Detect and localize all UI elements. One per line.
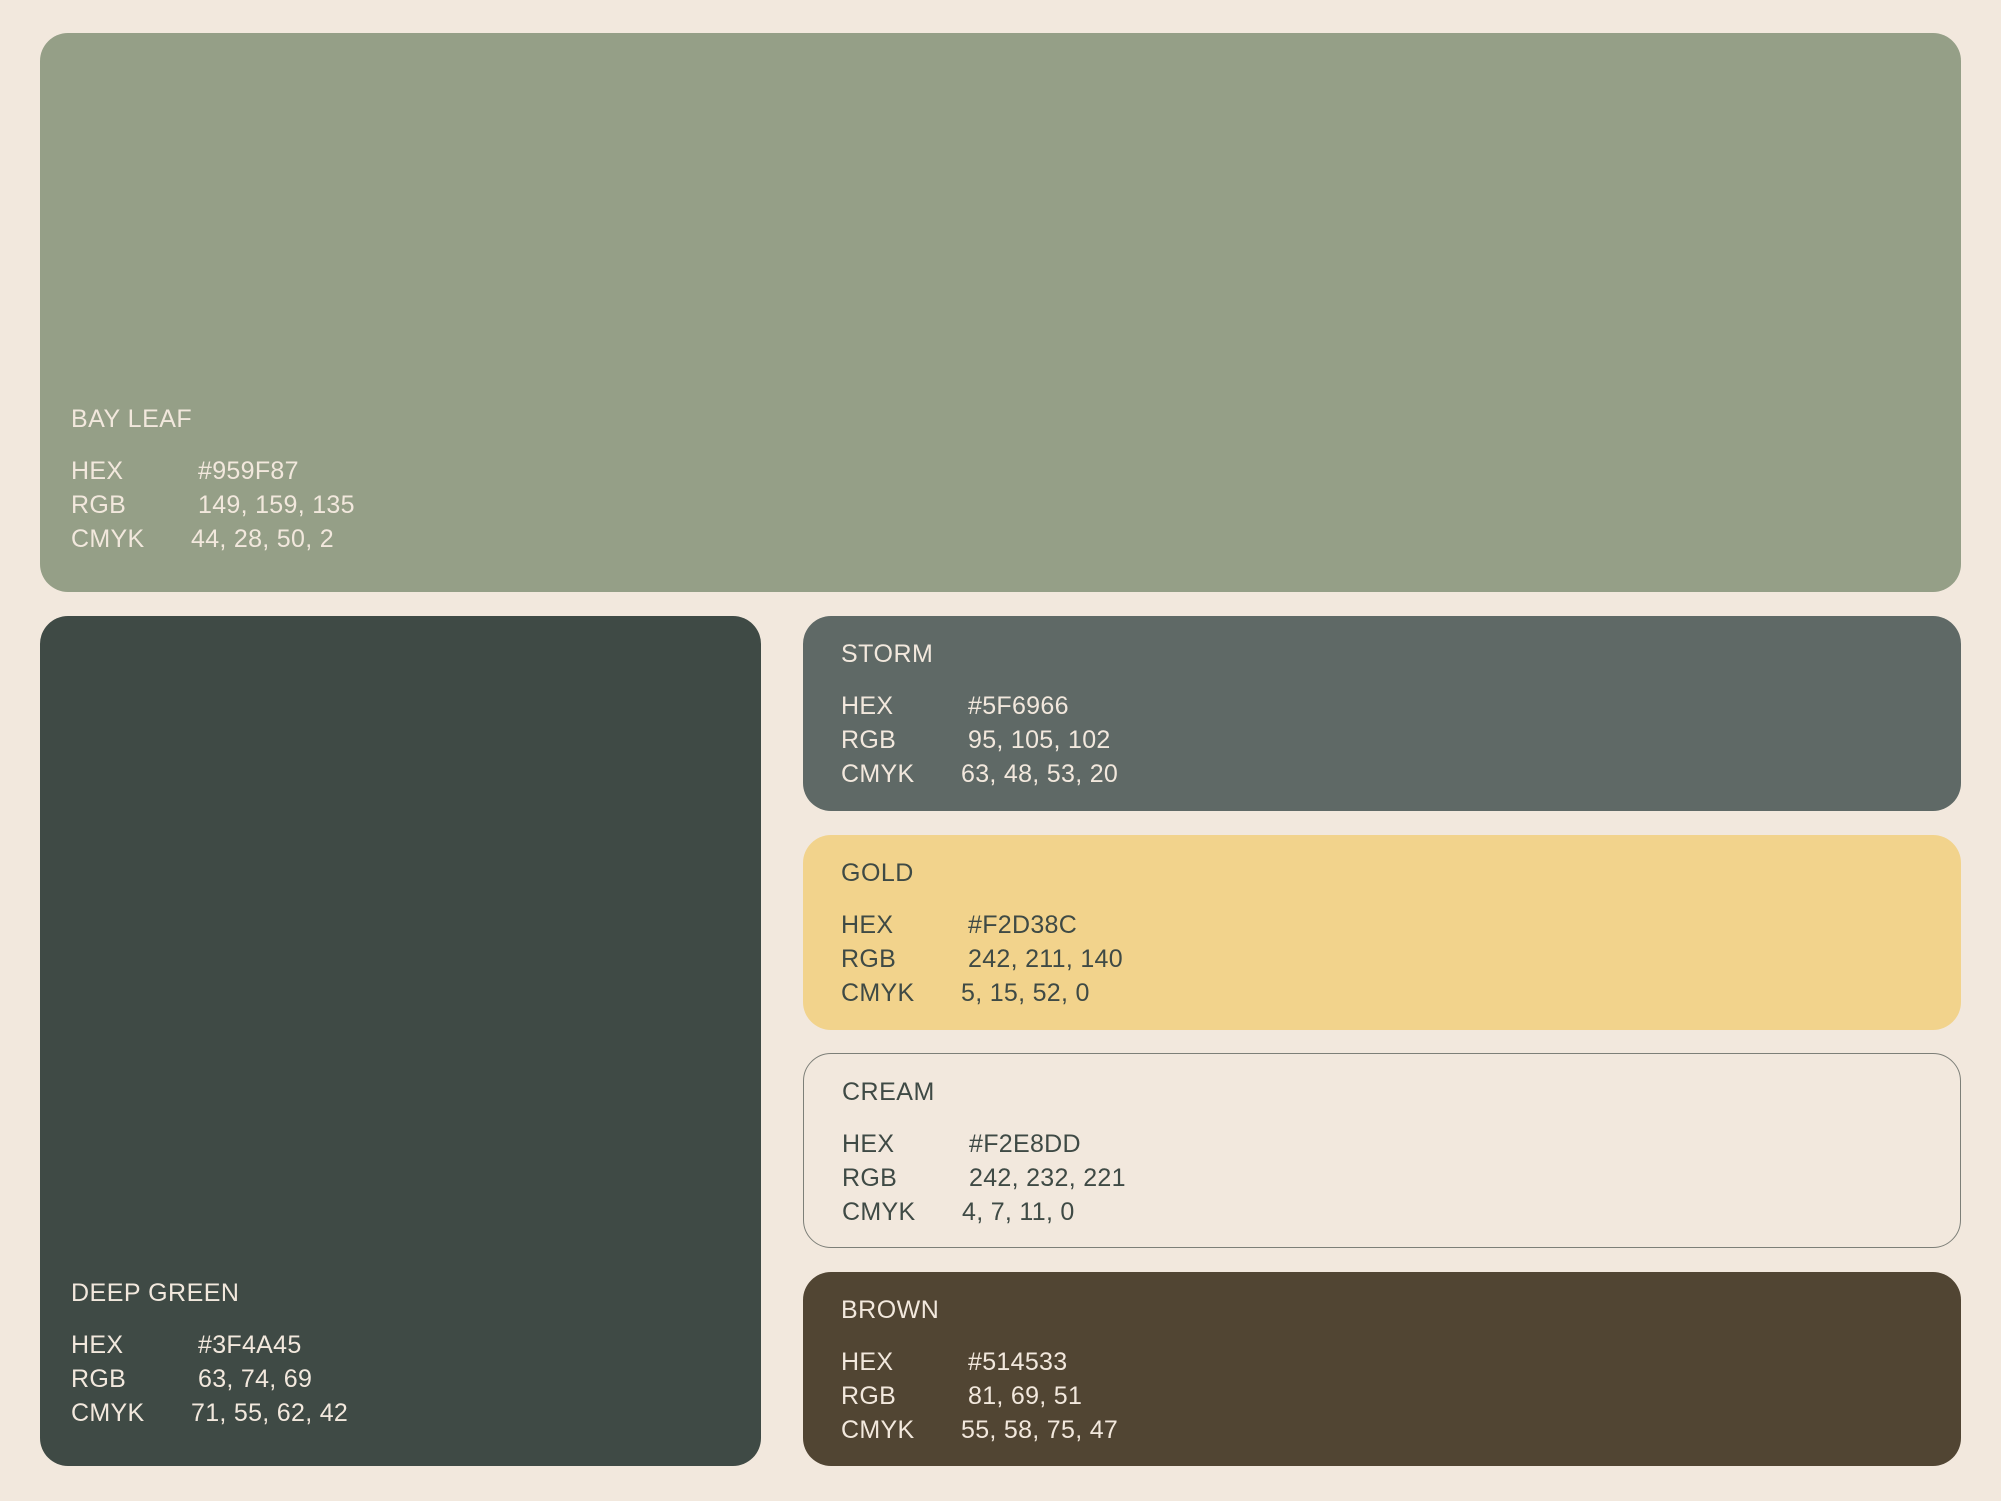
hex-value: #514533 <box>968 1348 1068 1376</box>
rgb-label: RGB <box>841 1382 897 1410</box>
hex-value: #F2E8DD <box>969 1130 1081 1158</box>
cmyk-label: CMYK <box>841 760 915 788</box>
rgb-row: RGB 242, 211, 140 <box>841 942 1123 976</box>
rgb-value: 149, 159, 135 <box>198 491 355 519</box>
hex-value: #F2D38C <box>968 911 1078 939</box>
hex-label: HEX <box>71 1331 124 1359</box>
swatch-info: GOLD HEX #F2D38C RGB 242, 211, 140 CMYK … <box>841 861 1123 1010</box>
rgb-label: RGB <box>841 726 897 754</box>
hex-value: #959F87 <box>198 457 299 485</box>
rgb-row: RGB 63, 74, 69 <box>71 1362 348 1396</box>
swatch-info: BAY LEAF HEX #959F87 RGB 149, 159, 135 C… <box>71 407 355 556</box>
hex-label: HEX <box>842 1130 895 1158</box>
rgb-row: RGB 242, 232, 221 <box>842 1161 1126 1195</box>
cmyk-label: CMYK <box>842 1198 916 1226</box>
hex-label: HEX <box>841 911 894 939</box>
cmyk-value: 71, 55, 62, 42 <box>191 1399 349 1427</box>
hex-row: HEX #F2D38C <box>841 908 1123 942</box>
cmyk-label: CMYK <box>71 1399 145 1427</box>
cmyk-value: 44, 28, 50, 2 <box>191 525 334 553</box>
hex-label: HEX <box>71 457 124 485</box>
hex-label: HEX <box>841 692 894 720</box>
rgb-row: RGB 149, 159, 135 <box>71 488 355 522</box>
hex-row: HEX #5F6966 <box>841 689 1118 723</box>
cmyk-value: 5, 15, 52, 0 <box>961 979 1090 1007</box>
hex-row: HEX #3F4A45 <box>71 1328 348 1362</box>
swatch-info: CREAM HEX #F2E8DD RGB 242, 232, 221 CMYK… <box>842 1080 1126 1229</box>
hex-label: HEX <box>841 1348 894 1376</box>
swatch-bay-leaf: BAY LEAF HEX #959F87 RGB 149, 159, 135 C… <box>40 33 1961 592</box>
cmyk-row: CMYK 4, 7, 11, 0 <box>842 1195 1126 1229</box>
hex-row: HEX #514533 <box>841 1345 1118 1379</box>
cmyk-value: 4, 7, 11, 0 <box>962 1198 1075 1226</box>
rgb-value: 242, 211, 140 <box>968 945 1123 973</box>
hex-row: HEX #959F87 <box>71 454 355 488</box>
rgb-value: 242, 232, 221 <box>969 1164 1126 1192</box>
swatch-name: BROWN <box>841 1296 940 1324</box>
swatch-info: BROWN HEX #514533 RGB 81, 69, 51 CMYK 55… <box>841 1298 1118 1447</box>
swatch-info: STORM HEX #5F6966 RGB 95, 105, 102 CMYK … <box>841 642 1118 791</box>
rgb-value: 95, 105, 102 <box>968 726 1111 754</box>
swatch-brown: BROWN HEX #514533 RGB 81, 69, 51 CMYK 55… <box>803 1272 1961 1466</box>
swatch-cream: CREAM HEX #F2E8DD RGB 242, 232, 221 CMYK… <box>803 1053 1961 1248</box>
rgb-value: 63, 74, 69 <box>198 1365 313 1393</box>
cmyk-label: CMYK <box>841 979 915 1007</box>
swatch-gold: GOLD HEX #F2D38C RGB 242, 211, 140 CMYK … <box>803 835 1961 1030</box>
swatch-name: BAY LEAF <box>71 405 193 433</box>
swatch-name: STORM <box>841 640 934 668</box>
swatch-storm: STORM HEX #5F6966 RGB 95, 105, 102 CMYK … <box>803 616 1961 811</box>
rgb-label: RGB <box>841 945 897 973</box>
hex-row: HEX #F2E8DD <box>842 1127 1126 1161</box>
swatch-name: DEEP GREEN <box>71 1279 240 1307</box>
rgb-row: RGB 81, 69, 51 <box>841 1379 1118 1413</box>
cmyk-value: 55, 58, 75, 47 <box>961 1416 1119 1444</box>
rgb-label: RGB <box>71 1365 127 1393</box>
cmyk-row: CMYK 44, 28, 50, 2 <box>71 522 355 556</box>
hex-value: #5F6966 <box>968 692 1069 720</box>
swatch-name: CREAM <box>842 1078 935 1106</box>
hex-value: #3F4A45 <box>198 1331 302 1359</box>
swatch-info: DEEP GREEN HEX #3F4A45 RGB 63, 74, 69 CM… <box>71 1281 348 1430</box>
cmyk-label: CMYK <box>841 1416 915 1444</box>
cmyk-row: CMYK 5, 15, 52, 0 <box>841 976 1123 1010</box>
cmyk-row: CMYK 55, 58, 75, 47 <box>841 1413 1118 1447</box>
cmyk-row: CMYK 63, 48, 53, 20 <box>841 757 1118 791</box>
rgb-label: RGB <box>71 491 127 519</box>
rgb-label: RGB <box>842 1164 898 1192</box>
swatch-name: GOLD <box>841 859 914 887</box>
cmyk-value: 63, 48, 53, 20 <box>961 760 1119 788</box>
rgb-value: 81, 69, 51 <box>968 1382 1083 1410</box>
cmyk-row: CMYK 71, 55, 62, 42 <box>71 1396 348 1430</box>
swatch-deep-green: DEEP GREEN HEX #3F4A45 RGB 63, 74, 69 CM… <box>40 616 761 1466</box>
cmyk-label: CMYK <box>71 525 145 553</box>
rgb-row: RGB 95, 105, 102 <box>841 723 1118 757</box>
